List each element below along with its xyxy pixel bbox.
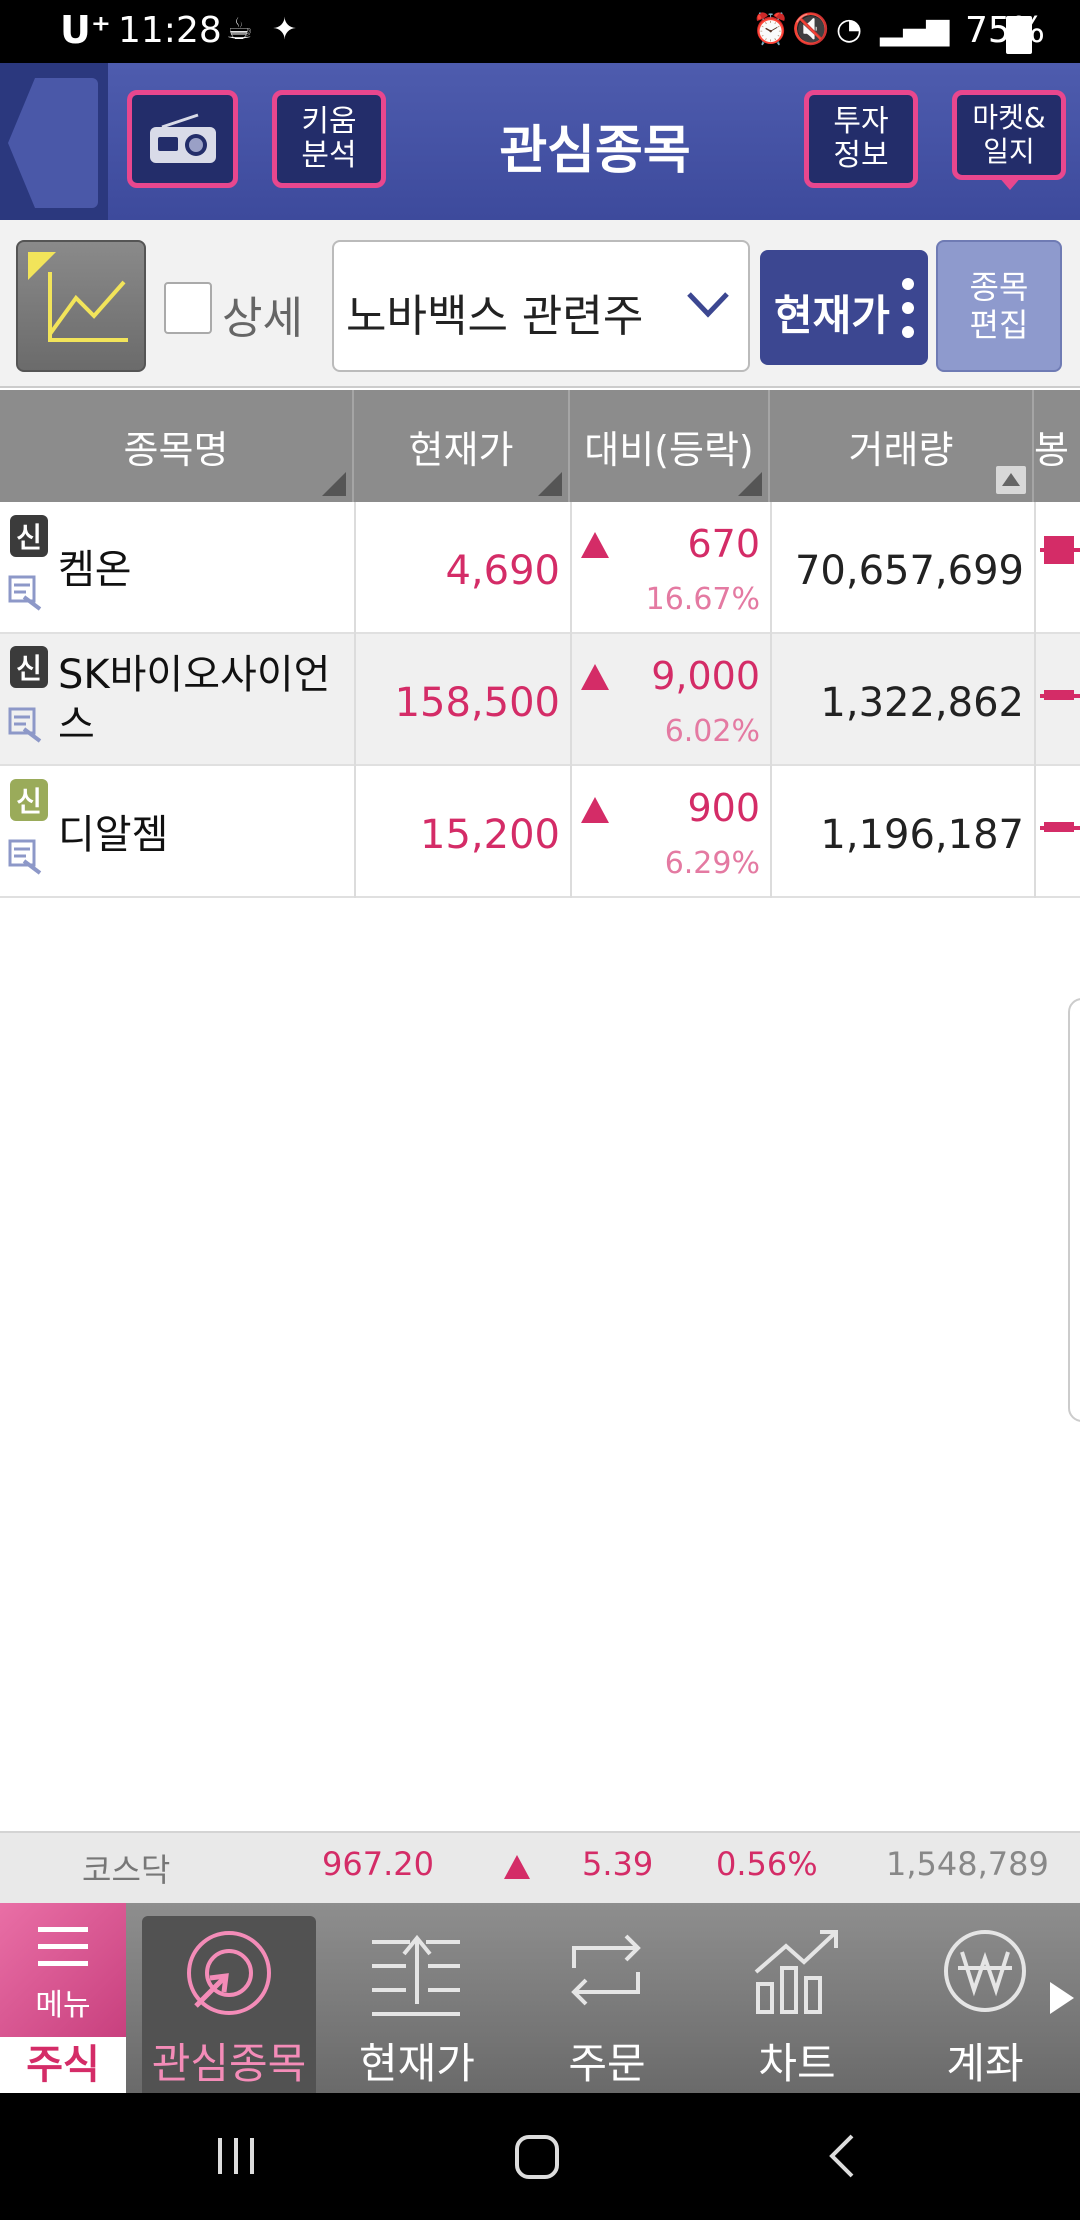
- candle-body: [1044, 690, 1074, 700]
- won-coin-icon: [944, 1930, 1026, 2012]
- radio-icon: [149, 113, 216, 163]
- col-header-label: 거래량: [848, 427, 954, 472]
- col-header-label: 봉: [1034, 427, 1069, 472]
- column-divider: [1034, 502, 1036, 898]
- page-title: 관심종목: [499, 121, 691, 181]
- stock-rate: 6.29%: [664, 846, 760, 881]
- nav-label-order[interactable]: 주문: [522, 2030, 692, 2091]
- radio-button[interactable]: [127, 90, 238, 188]
- current-price-icon: [372, 1934, 460, 2016]
- wifi-icon: ◔: [836, 12, 863, 47]
- credit-badge: 신: [10, 779, 48, 821]
- candle-body: [1044, 536, 1074, 564]
- up-arrow-icon: [581, 532, 609, 558]
- index-volume: 1,548,789: [886, 1845, 1049, 1883]
- menu-label: 메뉴: [35, 1988, 91, 2023]
- stock-volume: 70,657,699: [794, 548, 1024, 594]
- more-dots-icon: [902, 302, 914, 314]
- chart-toggle-button[interactable]: [16, 240, 146, 372]
- credit-badge: 신: [10, 515, 48, 557]
- col-header-candle[interactable]: 봉: [1034, 390, 1080, 502]
- col-header-volume[interactable]: 거래량: [770, 390, 1034, 502]
- sort-indicator-icon: [538, 472, 562, 496]
- stock-volume: 1,196,187: [820, 812, 1024, 858]
- stock-price: 158,500: [394, 680, 560, 726]
- back-nav-icon[interactable]: [826, 2134, 856, 2178]
- current-price-button-label: 현재가: [774, 291, 890, 340]
- status-bar: U⁺ 11:28 ☕ ✦ ⏰ 🔇 ◔ ▂▄▆ 75%: [0, 0, 1080, 63]
- column-divider: [354, 502, 356, 898]
- col-header-price[interactable]: 현재가: [354, 390, 570, 502]
- hamburger-icon: [38, 1927, 88, 1966]
- memo-icon[interactable]: [8, 839, 44, 875]
- group-select-value: 노바백스 관련주: [346, 291, 644, 342]
- index-change: 5.39: [582, 1845, 654, 1883]
- kiwoom-analysis-button[interactable]: 키움 분석: [272, 90, 386, 188]
- exchange-arrows-icon: [571, 1934, 641, 2006]
- stock-name: 켐온: [58, 547, 132, 593]
- nav-label-account[interactable]: 계좌: [900, 2030, 1070, 2091]
- side-panel-handle[interactable]: [1068, 998, 1080, 1422]
- up-arrow-icon: [504, 1855, 530, 1879]
- stock-price: 15,200: [420, 812, 560, 858]
- index-rate: 0.56%: [716, 1845, 818, 1883]
- notification-icon: ✦: [272, 12, 298, 47]
- memo-icon[interactable]: [8, 707, 44, 743]
- column-divider: [770, 502, 772, 898]
- credit-badge: 신: [10, 646, 48, 688]
- chevron-down-icon: [687, 292, 729, 318]
- stock-rate: 6.02%: [664, 714, 760, 749]
- line-chart-icon: [28, 252, 128, 342]
- market-diary-button[interactable]: 마켓& 일지: [952, 90, 1066, 180]
- recent-apps-icon[interactable]: [214, 2136, 258, 2176]
- battery-icon: [1006, 16, 1032, 54]
- signal-icon: ▂▄▆: [880, 12, 950, 47]
- stock-change: 670: [687, 522, 760, 566]
- sort-indicator-icon: [322, 472, 346, 496]
- nav-label-chart[interactable]: 차트: [712, 2030, 882, 2091]
- more-dots-icon: [902, 278, 914, 290]
- edit-stocks-button[interactable]: 종목 편집: [936, 240, 1062, 372]
- index-name: 코스닥: [82, 1851, 171, 1889]
- stock-change: 9,000: [651, 654, 760, 698]
- col-header-label: 현재가: [408, 427, 514, 472]
- carrier-label: U⁺: [60, 8, 111, 52]
- stock-price: 4,690: [445, 548, 560, 594]
- battery-percent: 75%: [965, 10, 1046, 51]
- stock-volume: 1,322,862: [820, 680, 1024, 726]
- col-header-name[interactable]: 종목명: [0, 390, 354, 502]
- more-dots-icon: [902, 326, 914, 338]
- mute-icon: 🔇: [792, 12, 830, 47]
- col-header-label: 종목명: [123, 427, 229, 472]
- col-header-label: 대비(등락): [584, 427, 754, 472]
- detail-label: 상세: [222, 293, 303, 344]
- candle-body: [1044, 822, 1074, 832]
- alarm-icon: ⏰: [752, 12, 790, 47]
- index-value: 967.20: [322, 1845, 434, 1883]
- sort-up-icon[interactable]: [996, 466, 1026, 494]
- nav-label-current-price[interactable]: 현재가: [332, 2030, 502, 2091]
- detail-checkbox[interactable]: [164, 282, 212, 334]
- nav-next-arrow-icon[interactable]: [1050, 1982, 1074, 2014]
- up-arrow-icon: [581, 664, 609, 690]
- stock-name: SK바이오사이언 스: [58, 652, 331, 748]
- col-header-change[interactable]: 대비(등락): [570, 390, 770, 502]
- dropdown-pointer-icon: [998, 176, 1022, 190]
- up-arrow-icon: [581, 797, 609, 823]
- target-arrow-icon: [187, 1931, 271, 2015]
- stock-name: 디알젬: [58, 812, 169, 858]
- invest-info-button[interactable]: 투자 정보: [804, 90, 918, 188]
- memo-icon[interactable]: [8, 575, 44, 611]
- stock-rate: 16.67%: [645, 582, 760, 617]
- bar-chart-icon: [754, 1930, 838, 2014]
- stock-change: 900: [687, 786, 760, 830]
- home-icon[interactable]: [514, 2134, 560, 2180]
- stock-tab[interactable]: 주식: [0, 2037, 126, 2093]
- column-divider: [570, 502, 572, 898]
- sort-indicator-icon: [738, 472, 762, 496]
- nav-label-watchlist: 관심종목: [151, 2039, 307, 2088]
- status-time: 11:28: [118, 10, 222, 51]
- coffee-icon: ☕: [226, 12, 253, 47]
